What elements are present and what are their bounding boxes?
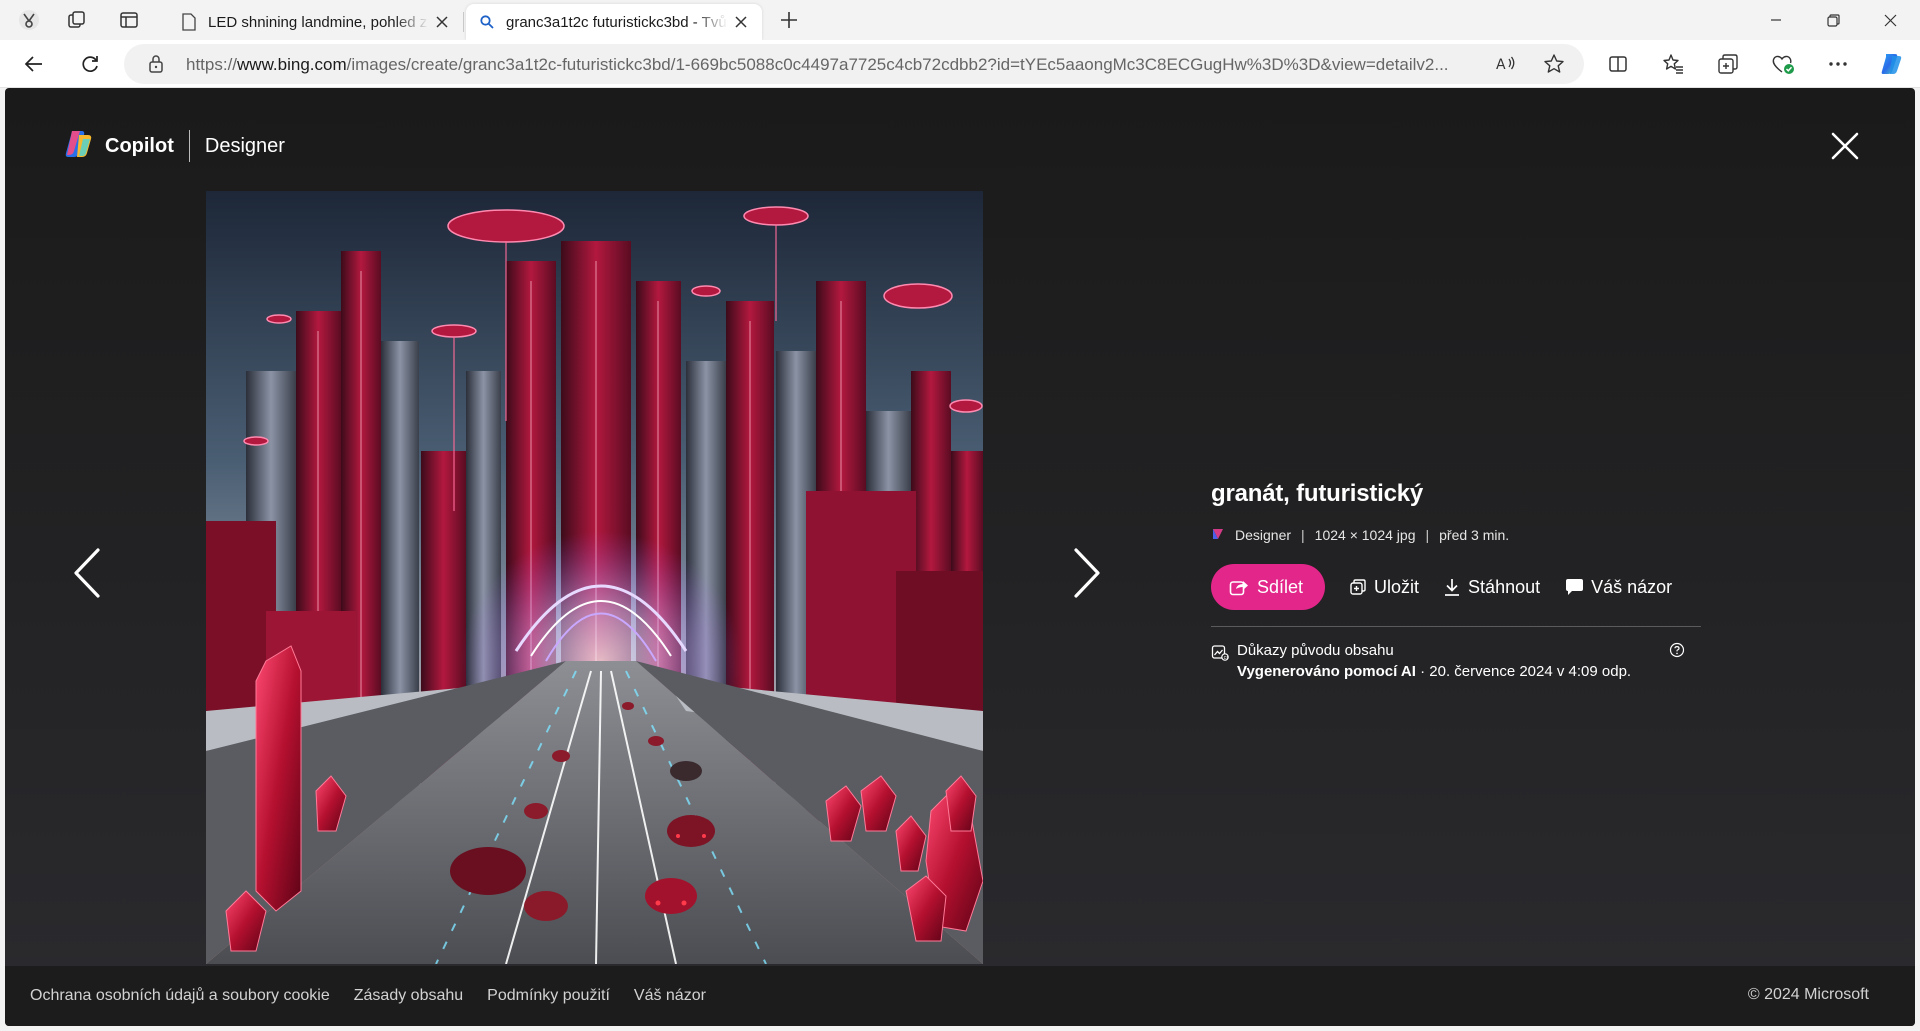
profile-icon[interactable] [12,5,46,35]
tab-actions-icon[interactable] [112,5,146,35]
split-screen-icon[interactable] [1600,48,1636,80]
copyright: © 2024 Microsoft [1747,986,1869,1003]
footer: Ochrana osobních údajů a soubory cookie … [5,966,1915,1026]
chevron-right-icon [1074,548,1100,598]
refresh-icon[interactable] [72,48,108,80]
star-icon[interactable] [1538,48,1570,80]
new-tab-plus-icon[interactable] [772,5,806,35]
provenance-generated: Vygenerováno pomocí AI [1237,663,1416,680]
url-bar[interactable]: https://www.bing.com/images/create/granc… [124,44,1584,84]
details-divider [1211,626,1701,627]
share-label: Sdílet [1257,576,1304,597]
provenance-title: Důkazy původu obsahu [1237,642,1394,659]
share-button[interactable]: Sdílet [1211,564,1326,610]
brand-copilot: Copilot [105,134,174,157]
brand-designer: Designer [204,134,285,157]
help-icon[interactable] [1669,642,1685,664]
provenance-date: · 20. července 2024 v 4:09 odp. [1420,663,1632,680]
footer-link-privacy[interactable]: Ochrana osobních údajů a soubory cookie [30,987,330,1005]
minimize-icon[interactable] [1748,0,1804,40]
copilot-logo-icon [63,129,95,164]
footer-link-content-policy[interactable]: Zásady obsahu [354,987,463,1005]
footer-link-feedback[interactable]: Váš názor [634,987,706,1005]
time-ago: před 3 min. [1439,527,1510,543]
browser-essentials-icon[interactable] [1765,48,1801,80]
svg-text:cr: cr [1224,655,1229,661]
meta-separator: | [1425,527,1430,543]
previous-image-button[interactable] [57,533,117,613]
image-dimensions: 1024 × 1024 jpg [1314,527,1416,543]
close-tab-icon[interactable] [728,9,754,35]
search-icon [478,15,496,29]
feedback-label: Váš názor [1591,576,1673,597]
page-icon [180,13,198,31]
feedback-button[interactable]: Váš názor [1564,577,1672,598]
image-meta: Designer | 1024 × 1024 jpg | před 3 min. [1211,525,1701,545]
url-prefix: https:// [186,55,238,74]
chevron-left-icon [74,548,100,598]
provenance-icon: cr [1211,643,1229,667]
close-icon [1831,132,1859,160]
favorites-icon[interactable] [1655,48,1691,80]
save-label: Uložit [1374,576,1420,597]
share-icon [1229,581,1248,596]
workspaces-icon[interactable] [60,5,94,35]
svg-text:A: A [1496,57,1506,73]
tab-active[interactable]: granc3a1t2c futuristickc3bd - Tvůrce obr… [466,4,762,40]
image-title: granát, futuristický [1211,480,1424,507]
save-button[interactable]: Uložit [1349,577,1419,598]
meta-separator: | [1301,527,1305,543]
feedback-icon [1566,579,1584,595]
address-bar-row: https://www.bing.com/images/create/granc… [0,40,1920,88]
url-text[interactable]: https://www.bing.com/images/create/granc… [186,55,1606,75]
brand-separator [188,130,190,162]
close-viewer-button[interactable] [1821,122,1869,170]
url-path: /images/create/granc3a1t2c-futuristickc3… [346,55,1449,74]
lock-icon[interactable] [148,54,164,79]
brand[interactable]: Copilot Designer [63,128,285,164]
collections-icon[interactable] [1710,48,1746,80]
tab-separator [463,12,464,32]
footer-link-terms[interactable]: Podmínky použití [487,987,610,1005]
download-button[interactable]: Stáhnout [1443,577,1540,598]
window-close-icon[interactable] [1862,0,1918,40]
tab-bar: LED shnining landmine, pohled z granc3a1… [0,0,1920,40]
download-icon [1445,579,1460,596]
save-icon [1350,579,1366,595]
designer-logo-icon [1211,527,1225,544]
more-icon[interactable] [1820,48,1856,80]
copilot-icon[interactable] [1874,48,1910,80]
content-provenance[interactable]: cr Důkazy původu obsahu Vygenerováno pom… [1211,640,1701,682]
provenance-detail: Vygenerováno pomocí AI · 20. července 20… [1237,661,1701,682]
tab-title: granc3a1t2c futuristickc3bd - Tvůrce obr… [506,13,728,31]
image-details: granát, futuristický Designer | 1024 × 1… [1211,480,1701,682]
download-label: Stáhnout [1468,576,1541,597]
generated-image[interactable] [206,191,983,964]
tab-inactive[interactable]: LED shnining landmine, pohled z [168,4,463,40]
restore-icon[interactable] [1805,0,1861,40]
action-bar: Sdílet Uložit Stáhnout Váš názor [1211,564,1701,610]
designer-viewer: Copilot Designer granát, futuristický De… [5,88,1915,1026]
close-tab-icon[interactable] [429,9,455,35]
read-aloud-icon[interactable]: A [1490,48,1522,80]
tab-title: LED shnining landmine, pohled z [208,13,428,31]
creator-label: Designer [1235,527,1292,543]
back-icon[interactable] [16,48,52,80]
next-image-button[interactable] [1057,533,1117,613]
url-host: www.bing.com [237,55,347,74]
